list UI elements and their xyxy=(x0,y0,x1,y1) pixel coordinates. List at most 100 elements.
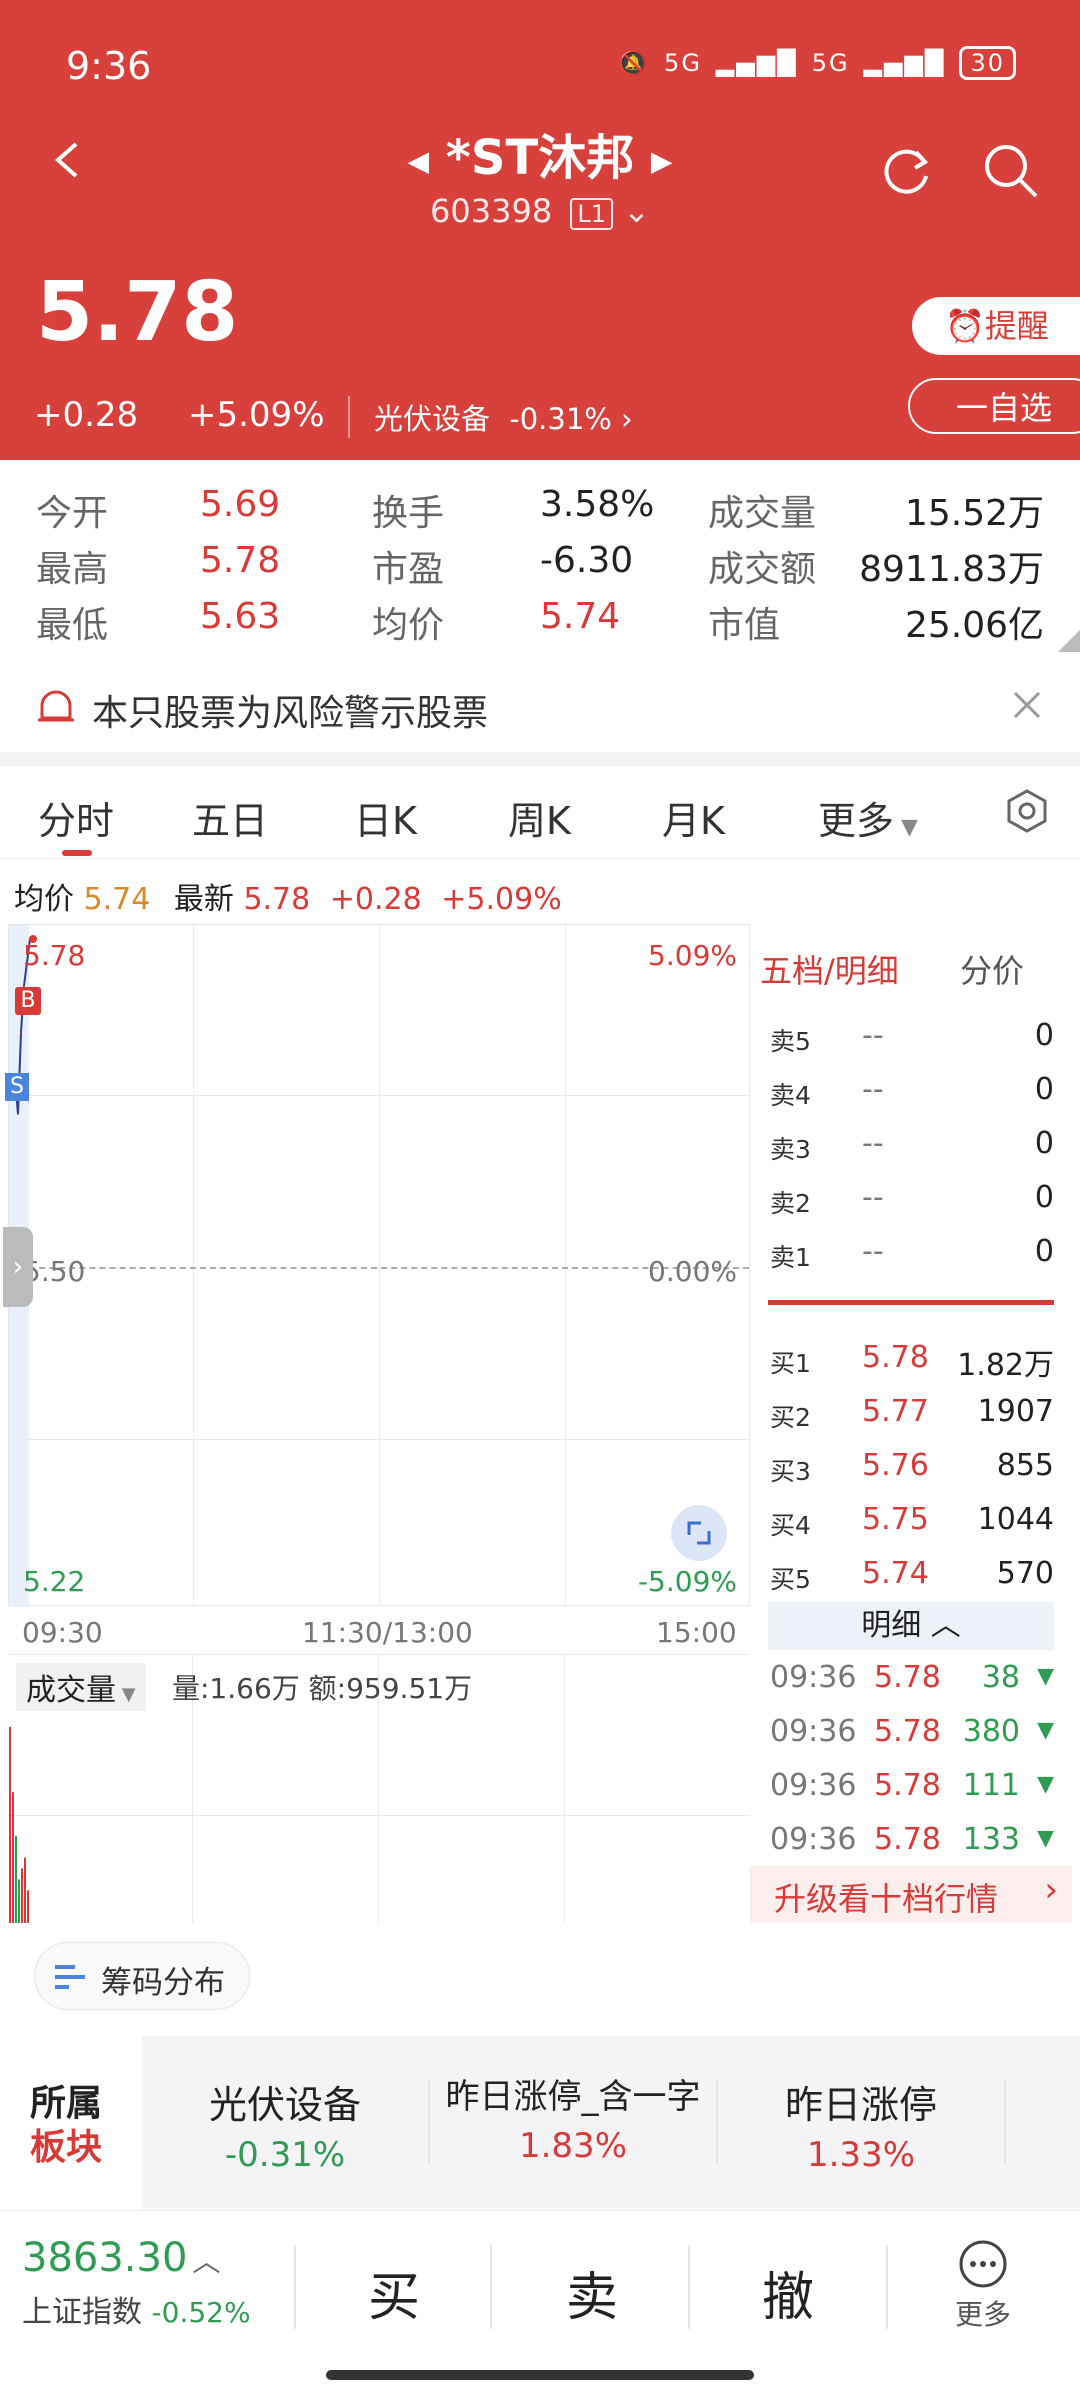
depth-volume: 1.82万 xyxy=(957,1348,1054,1383)
detail-header[interactable]: 明细 ︿ xyxy=(768,1602,1054,1650)
sell-level-row[interactable]: 卖5 -- 0 xyxy=(770,1018,1054,1058)
tab-five-day[interactable]: 五日 xyxy=(192,790,268,845)
intraday-price-chart[interactable]: 5.78 5.09% 5.50 0.00% 5.22 -5.09% B S › xyxy=(3,924,750,1607)
signal-bars-icon: ▂▄▆█ xyxy=(863,49,946,77)
buy-level-row[interactable]: 买3 5.76 855 xyxy=(770,1448,1054,1488)
x-time-mid: 11:30/13:00 xyxy=(302,1616,473,1649)
volume-bar xyxy=(18,1879,20,1923)
buy-button[interactable]: 买 xyxy=(368,2255,420,2330)
tab-more[interactable]: 更多 ▼ xyxy=(818,790,918,845)
sell-level-row[interactable]: 卖2 -- 0 xyxy=(770,1180,1054,1220)
sell-button[interactable]: 卖 xyxy=(566,2255,618,2330)
buy-level-row[interactable]: 买5 5.74 570 xyxy=(770,1556,1054,1596)
quote-value: 8911.83万 xyxy=(859,549,1044,590)
cancel-order-button[interactable]: 撤 xyxy=(762,2255,814,2330)
home-indicator[interactable] xyxy=(326,2370,754,2380)
side-expand-handle[interactable]: › xyxy=(3,1227,33,1307)
volume-bar xyxy=(27,1890,29,1923)
chip-distribution-label: 筹码分布 xyxy=(101,1965,225,2001)
expand-corner-icon[interactable] xyxy=(1058,630,1080,652)
depth-level-label: 买1 xyxy=(770,1349,811,1378)
chevron-down-icon[interactable]: ⌄ xyxy=(623,192,650,230)
depth-level-label: 买2 xyxy=(770,1403,811,1432)
next-stock-icon[interactable]: ▶ xyxy=(651,145,673,178)
tab-intraday[interactable]: 分时 xyxy=(38,790,114,845)
sell-marker-s[interactable]: S xyxy=(5,1073,29,1101)
more-button[interactable]: 更多 xyxy=(938,2239,1028,2333)
stock-header: 9:36 🔕 5G ▂▄▆█ 5G ▂▄▆█ 30 ◀ *ST沐邦 ▶ 6033… xyxy=(0,0,1080,460)
depth-volume: 0 xyxy=(1034,1180,1054,1215)
tab-price-dist[interactable]: 分价 xyxy=(960,946,1024,992)
sector-name: 光伏设备 xyxy=(374,402,491,436)
index-widget[interactable]: 3863.30 ︿ 上证指数 -0.52% xyxy=(22,2235,251,2331)
depth-price: 5.76 xyxy=(862,1448,929,1483)
stock-code: 603398 xyxy=(430,192,553,230)
price-point xyxy=(17,1113,19,1115)
upgrade-ten-level-button[interactable]: 升级看十档行情 › xyxy=(750,1866,1072,1922)
tab-depth-detail[interactable]: 五档/明细 xyxy=(760,946,899,992)
sector-strip: 所属 板块 光伏设备 -0.31% 昨日涨停_含一字 1.83% 昨日涨停 1.… xyxy=(0,2036,1080,2210)
buy-level-row[interactable]: 买1 5.78 1.82万 xyxy=(770,1340,1054,1383)
volume-bar xyxy=(12,1792,14,1923)
x-time-start: 09:30 xyxy=(22,1616,103,1649)
detail-volume: 38 xyxy=(981,1660,1020,1695)
y-top-pct: 5.09% xyxy=(648,939,737,972)
depth-level-label: 买5 xyxy=(770,1565,811,1594)
sector-item[interactable]: 光伏设备 -0.31% xyxy=(142,2074,428,2175)
chip-distribution-button[interactable]: 筹码分布 xyxy=(34,1942,250,2010)
prev-stock-icon[interactable]: ◀ xyxy=(408,145,430,178)
caret-down-icon: ▼ xyxy=(116,1684,136,1705)
sector-item-pct: -0.31% xyxy=(224,2135,346,2175)
depth-price: -- xyxy=(862,1234,884,1269)
x-time-end: 15:00 xyxy=(656,1616,737,1649)
sector-item-pct: 1.33% xyxy=(806,2135,915,2175)
tab-weekly-k[interactable]: 周K xyxy=(508,790,571,845)
sector-link[interactable]: 光伏设备 -0.31% › xyxy=(348,396,633,438)
bars-icon xyxy=(55,1965,85,1989)
search-icon[interactable] xyxy=(982,142,1040,200)
sector-label-bottom: 板块 xyxy=(30,2127,103,2168)
buy-marker-b[interactable]: B xyxy=(15,987,41,1015)
sell-level-row[interactable]: 卖1 -- 0 xyxy=(770,1234,1054,1274)
sell-level-row[interactable]: 卖4 -- 0 xyxy=(770,1072,1054,1112)
buy-level-row[interactable]: 买4 5.75 1044 xyxy=(770,1502,1054,1542)
quote-panel: 今开 5.69 换手 3.58% 成交量 15.52万 最高 5.78 市盈 -… xyxy=(0,460,1080,660)
add-watchlist-button[interactable]: 一自选 xyxy=(908,378,1080,434)
quote-value: -6.30 xyxy=(540,540,634,581)
detail-label: 明细 xyxy=(861,1608,922,1643)
depth-level-label: 卖3 xyxy=(770,1135,811,1164)
close-icon[interactable] xyxy=(1012,690,1042,720)
volume-selector[interactable]: 成交量 ▼ xyxy=(16,1663,146,1711)
alarm-icon: ⏰ xyxy=(945,307,985,345)
quote-label: 均价 xyxy=(372,605,445,646)
trade-detail-row: 09:36 5.78 133 ▼ xyxy=(770,1822,1054,1866)
latest-pct: +5.09% xyxy=(441,882,562,917)
detail-time: 09:36 xyxy=(770,1768,857,1803)
refresh-icon[interactable] xyxy=(878,142,934,198)
settings-hexagon-icon[interactable] xyxy=(1004,788,1050,834)
detail-price: 5.78 xyxy=(874,1822,941,1857)
stock-title-block[interactable]: ◀ *ST沐邦 ▶ 603398 L1 ⌄ xyxy=(390,118,690,230)
tab-monthly-k[interactable]: 月K xyxy=(662,790,725,845)
signal-5g-label-1: 5G xyxy=(664,49,702,77)
latest-label: 最新 xyxy=(173,882,234,917)
depth-price: -- xyxy=(862,1180,884,1215)
fullscreen-button[interactable] xyxy=(671,1505,727,1561)
depth-price: -- xyxy=(862,1018,884,1053)
latest-value: 5.78 xyxy=(243,882,311,917)
tab-daily-k[interactable]: 日K xyxy=(354,790,417,845)
sector-item[interactable]: 昨日涨停_含一字 1.83% xyxy=(430,2074,716,2166)
remind-button[interactable]: ⏰提醒 xyxy=(912,297,1080,355)
caret-down-icon: ▼ xyxy=(894,815,918,840)
avg-label: 均价 xyxy=(14,882,74,917)
y-bottom-pct: -5.09% xyxy=(637,1565,737,1598)
volume-chart[interactable]: 成交量 ▼ 量:1.66万 额:959.51万 xyxy=(8,1654,750,1923)
trade-detail-row: 09:36 5.78 380 ▼ xyxy=(770,1714,1054,1758)
price-point xyxy=(20,1031,22,1034)
back-arrow-icon[interactable] xyxy=(48,140,88,180)
trade-detail-row: 09:36 5.78 111 ▼ xyxy=(770,1768,1054,1812)
buy-level-row[interactable]: 买2 5.77 1907 xyxy=(770,1394,1054,1434)
sector-item[interactable]: 昨日涨停 1.33% xyxy=(718,2074,1004,2175)
level-badge: L1 xyxy=(570,198,613,230)
sell-level-row[interactable]: 卖3 -- 0 xyxy=(770,1126,1054,1166)
